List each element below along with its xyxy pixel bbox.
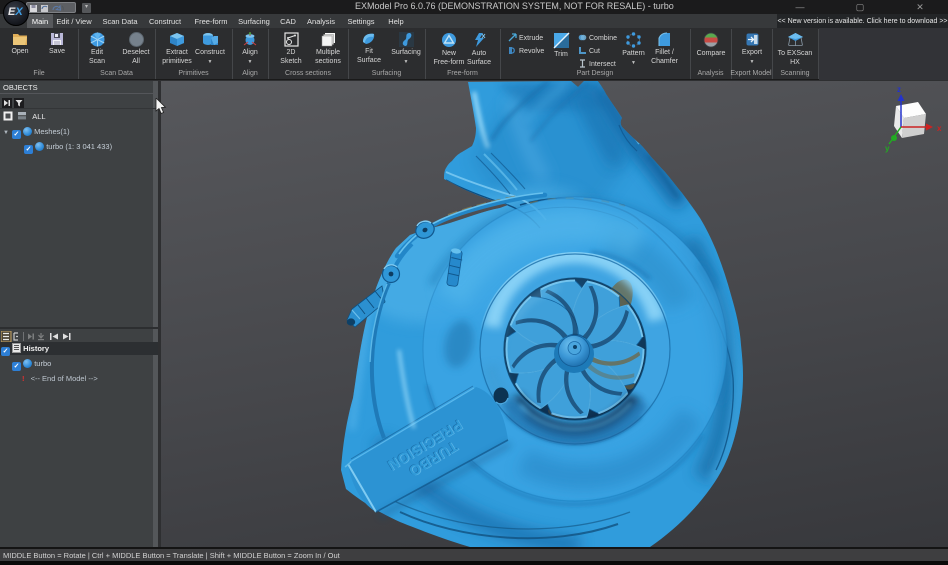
svg-text:y: y <box>885 144 890 153</box>
svg-text:x: x <box>937 124 942 133</box>
svg-text:z: z <box>897 85 901 94</box>
